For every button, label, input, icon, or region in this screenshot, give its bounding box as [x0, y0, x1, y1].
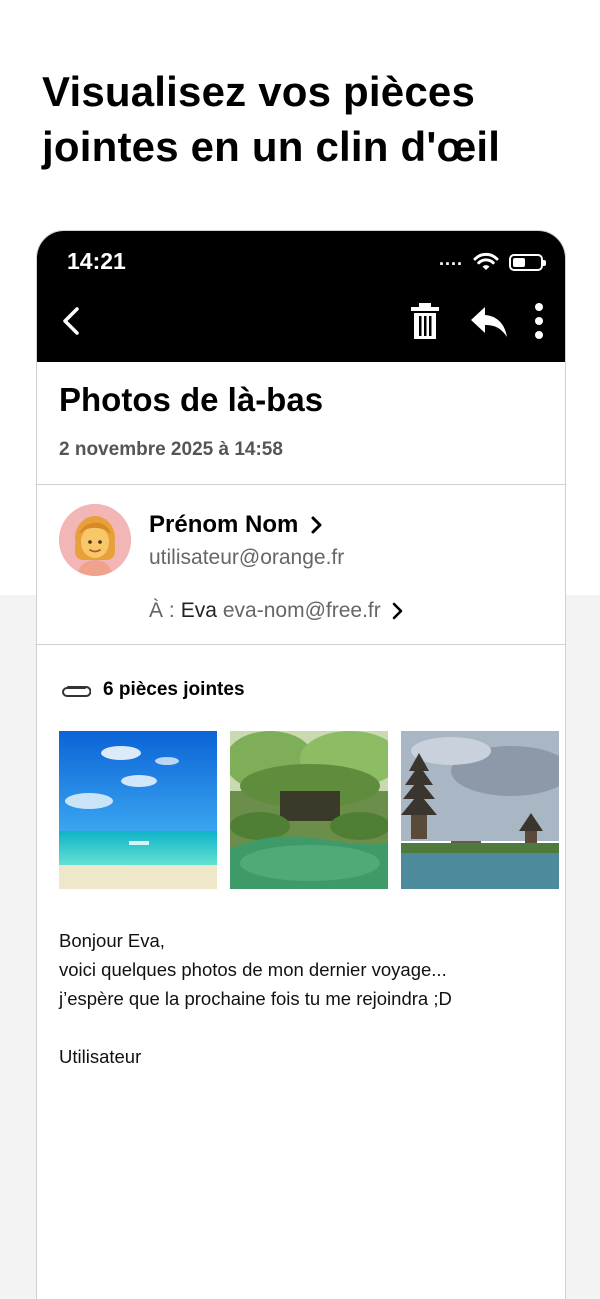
recipient-name: Eva [180, 599, 217, 622]
sender-email: utilisateur@orange.fr [149, 546, 345, 569]
attachment-thumb-garden[interactable] [230, 731, 388, 889]
phone-frame: 14:21 .... Photos de là-bas 2 novembre 2… [36, 230, 566, 1299]
beach-photo [59, 731, 217, 889]
body-line: Bonjour Eva, [59, 930, 165, 951]
back-chevron-icon[interactable] [57, 303, 85, 339]
reply-icon[interactable] [469, 305, 509, 339]
divider-header [37, 484, 565, 485]
recipient-row[interactable]: À : Eva eva-nom@free.fr [149, 599, 403, 623]
promo-headline: Visualisez vos pièces jointes en un clin… [42, 68, 501, 170]
garden-pond-photo [230, 731, 388, 889]
email-subject: Photos de là-bas [59, 381, 324, 418]
attachment-thumbnails [59, 731, 559, 889]
temple-lake-photo [401, 731, 559, 889]
more-vertical-icon[interactable] [529, 301, 549, 341]
trash-icon[interactable] [409, 301, 441, 341]
recipient-prefix: À : [149, 599, 175, 622]
app-top-bar: 14:21 .... [37, 231, 565, 362]
attachment-thumb-temple[interactable] [401, 731, 559, 889]
divider-sender [37, 644, 565, 645]
signal-dots: .... [438, 249, 463, 269]
chevron-right-icon [392, 602, 403, 620]
battery-icon [509, 253, 546, 271]
body-line: j’espère que la prochaine fois tu me rej… [59, 988, 452, 1009]
status-time: 14:21 [67, 248, 126, 274]
body-line: voici quelques photos de mon dernier voy… [59, 959, 447, 980]
chevron-right-icon [311, 516, 322, 534]
attachment-thumb-beach[interactable] [59, 731, 217, 889]
woman-avatar-icon [59, 504, 131, 576]
sender-avatar[interactable] [59, 504, 131, 576]
wifi-icon [473, 252, 499, 270]
status-icons: .... [438, 249, 546, 274]
email-body: Bonjour Eva, voici quelques photos de mo… [59, 926, 549, 1071]
body-line [59, 1013, 549, 1042]
paperclip-icon [62, 686, 91, 697]
attachments-header[interactable]: 6 pièces jointes [59, 679, 245, 701]
sender-name-link[interactable]: Prénom Nom [149, 511, 322, 539]
sender-name: Prénom Nom [149, 511, 299, 538]
recipient-email: eva-nom@free.fr [222, 599, 381, 622]
body-signature: Utilisateur [59, 1046, 142, 1067]
email-date: 2 novembre 2025 à 14:58 [59, 439, 283, 460]
attachments-count: 6 pièces jointes [103, 679, 245, 700]
